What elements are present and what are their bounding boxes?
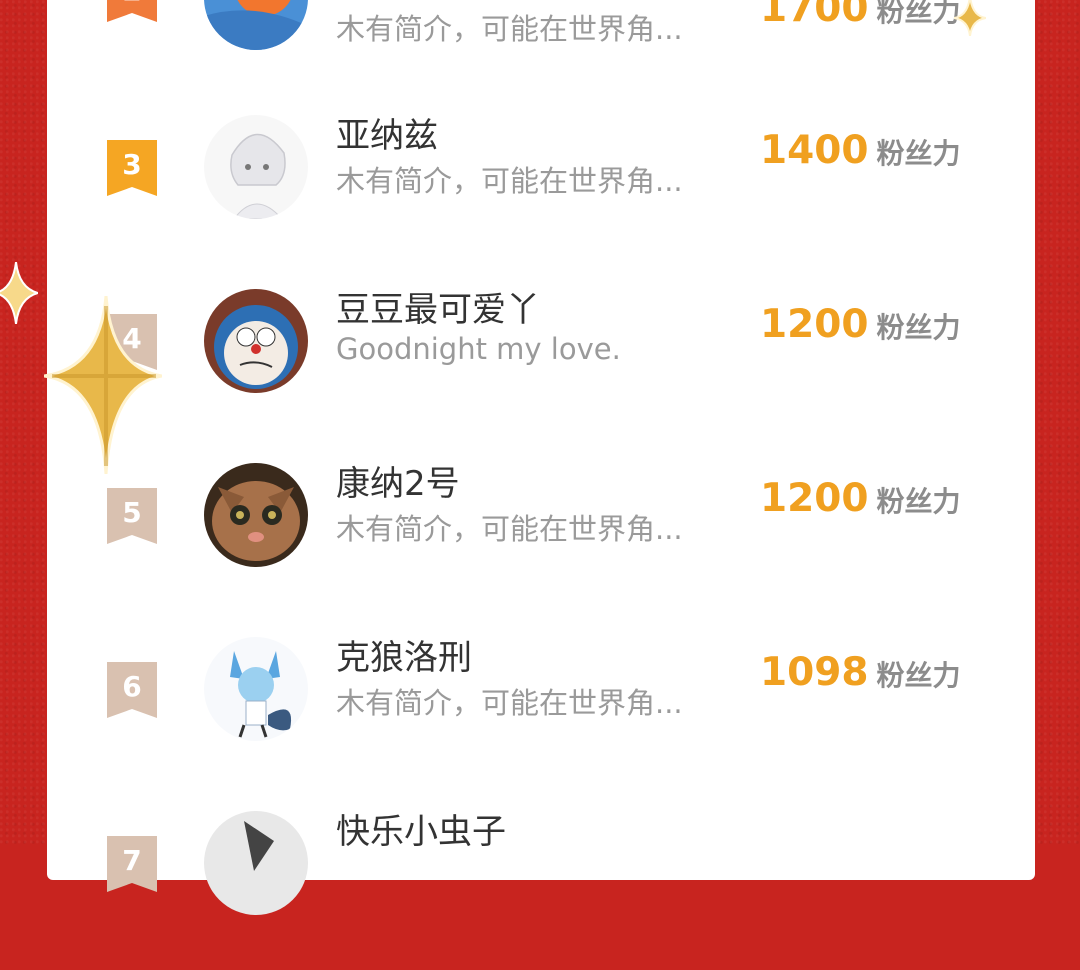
fans-unit: 粉丝力 <box>876 485 961 518</box>
rank-number: 6 <box>122 670 142 703</box>
user-name[interactable]: 亚纳兹 <box>336 108 438 157</box>
fans-power: 1200 粉丝力 <box>760 302 961 347</box>
avatar[interactable] <box>204 0 308 50</box>
fans-unit: 粉丝力 <box>876 0 961 28</box>
fans-power: 1200 粉丝力 <box>760 476 961 521</box>
list-item[interactable]: 2 木有简介，可能在世界角... 1700粉丝力 <box>47 0 1035 60</box>
fans-unit: 粉丝力 <box>876 311 961 344</box>
rank-badge: 2 <box>107 0 157 22</box>
fans-unit: 粉丝力 <box>876 659 961 692</box>
list-item[interactable]: 6 克狼洛刑 木有简介，可能在世界角... 1098 粉丝力 <box>47 622 1035 796</box>
rank-number: 3 <box>122 148 142 181</box>
sparkle-icon <box>954 0 986 36</box>
fans-value: 1200 <box>760 476 869 521</box>
user-name[interactable]: 快乐小虫子 <box>336 804 506 853</box>
fans-value: 1098 <box>760 650 869 695</box>
user-bio: 木有简介，可能在世界角... <box>336 686 683 720</box>
fans-value: 1700 <box>760 0 869 31</box>
rank-number: 7 <box>122 844 142 877</box>
rank-number: 2 <box>107 0 157 7</box>
rank-badge: 3 <box>107 140 157 196</box>
avatar[interactable] <box>204 811 308 915</box>
sparkle-icon <box>44 296 162 474</box>
rank-badge: 7 <box>107 836 157 892</box>
user-bio: Goodnight my love. <box>336 332 621 366</box>
fans-power: 1700 粉丝力 <box>760 0 961 31</box>
fans-power: 1400 粉丝力 <box>760 128 961 173</box>
rank-badge: 6 <box>107 662 157 718</box>
avatar[interactable] <box>204 463 308 567</box>
user-bio: 木有简介，可能在世界角... <box>336 12 683 46</box>
sparkle-icon <box>0 262 38 324</box>
rank-number: 5 <box>122 496 142 529</box>
list-item[interactable]: 3 亚纳兹 木有简介，可能在世界角... 1400 粉丝力 <box>47 100 1035 274</box>
user-name[interactable]: 克狼洛刑 <box>336 630 472 679</box>
list-item[interactable]: 4 豆豆最可爱丫 Goodnight my love. 1200 粉丝力 <box>47 274 1035 448</box>
avatar[interactable] <box>204 637 308 741</box>
avatar[interactable] <box>204 115 308 219</box>
user-name[interactable]: 康纳2号 <box>336 456 460 505</box>
fan-ranking-list: 2 木有简介，可能在世界角... 1700粉丝力 3 <box>47 0 1035 915</box>
list-item[interactable]: 7 快乐小虫子 <box>47 796 1035 970</box>
fans-unit: 粉丝力 <box>876 137 961 170</box>
fans-value: 1200 <box>760 302 869 347</box>
user-name[interactable]: 豆豆最可爱丫 <box>336 282 540 331</box>
user-bio: 木有简介，可能在世界角... <box>336 164 683 198</box>
fans-value: 1400 <box>760 128 869 173</box>
fans-power: 1098 粉丝力 <box>760 650 961 695</box>
list-item[interactable]: 5 康纳2号 木有简介，可能在世界角... 1200 粉丝力 <box>47 448 1035 622</box>
user-bio: 木有简介，可能在世界角... <box>336 512 683 546</box>
avatar[interactable] <box>204 289 308 393</box>
rank-badge: 5 <box>107 488 157 544</box>
